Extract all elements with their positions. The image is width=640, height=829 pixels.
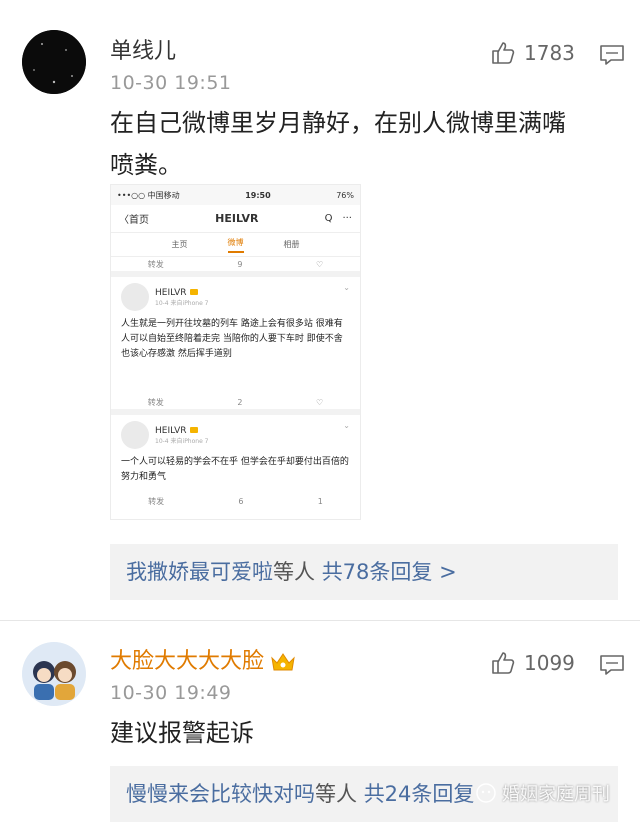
embed-post-meta: 10-4 来自iPhone 7: [155, 299, 209, 307]
avatar-image: [22, 642, 86, 706]
reply-count: 共24条回复: [363, 782, 475, 806]
comment-text-line: 在自己微博里岁月静好，在别人微博里满嘴: [110, 109, 566, 137]
comment-text-line: 喷粪。: [110, 151, 182, 179]
embed-tab: 主页: [171, 240, 188, 249]
embed-tab: 相册: [283, 240, 300, 249]
thumbs-up-icon: [492, 652, 515, 674]
comment-time: 10-30 19:49: [110, 682, 232, 704]
reply-user: 慢慢来会比较快对吗: [126, 782, 315, 806]
crown-icon: [189, 426, 198, 433]
embed-post-text: 一个人可以轻易的学会不在乎 但学会在乎却要付出百倍的努力和勇气: [121, 457, 349, 482]
embed-post-avatar: [121, 283, 149, 311]
reply-user: 我撒娇最可爱啦: [126, 560, 273, 584]
like-button[interactable]: 1783: [490, 40, 575, 66]
embed-post-name: HEILVR: [155, 425, 187, 436]
embed-action-row: 转发 2 ♡: [111, 395, 360, 415]
crown-icon: [189, 288, 198, 295]
embed-search-icon: Q: [324, 213, 333, 224]
wechat-icon: [476, 783, 496, 803]
embed-title: HEILVR: [215, 212, 259, 225]
embed-back: 〈首页: [119, 215, 149, 226]
reply-mid: 等人: [315, 782, 357, 806]
embed-post: ⌄ HEILVR 10-4 来自iPhone 7 一个人可以轻易的学会不在乎 但…: [111, 415, 360, 491]
crown-icon: [271, 653, 295, 671]
avatar[interactable]: [22, 30, 86, 94]
embed-post-text: 人生就是一列开往坟墓的列车 路途上会有很多站 很难有人可以自始至终陪着走完 当陪…: [121, 319, 343, 359]
user-name[interactable]: 单线儿: [110, 38, 176, 66]
thumbs-up-icon: [492, 42, 515, 64]
embed-nav-bar: 〈首页 HEILVR Q ···: [111, 205, 360, 233]
embed-comment-count: 6: [238, 496, 244, 506]
avatar-image: [22, 30, 86, 94]
embed-action-row: 转发 6 1: [111, 491, 360, 511]
comment-reply-icon[interactable]: [599, 44, 625, 66]
user-name[interactable]: 大脸大大大大脸: [110, 648, 296, 676]
embed-repost: 转发: [147, 397, 164, 407]
embed-comment-count: 2: [237, 397, 243, 407]
embed-clock: 19:50: [245, 190, 271, 200]
embed-carrier: •••○○ 中国移动: [117, 190, 180, 200]
embed-like-icon: ♡: [316, 397, 324, 407]
watermark-text: 婚姻家庭周刊: [502, 784, 610, 805]
embed-repost: 转发: [147, 259, 164, 269]
embed-post-name: HEILVR: [155, 287, 187, 298]
embed-action-row: 转发 9 ♡: [111, 257, 360, 277]
reply-mid: 等人: [273, 560, 315, 584]
embed-repost: 转发: [148, 496, 165, 506]
embed-more-icon: ···: [342, 213, 352, 224]
comment-reply-icon[interactable]: [599, 654, 625, 676]
user-name-text: 大脸大大大大脸: [110, 649, 265, 674]
comment-text: 在自己微博里岁月静好，在别人微博里满嘴 喷粪。: [110, 102, 566, 186]
watermark: 婚姻家庭周刊: [476, 780, 610, 806]
like-count: 1099: [524, 651, 575, 675]
embed-comment-count: 9: [237, 259, 243, 269]
embedded-screenshot[interactable]: •••○○ 中国移动 19:50 76% 〈首页 HEILVR Q ··· 主页…: [110, 184, 361, 520]
embed-post-avatar: [121, 421, 149, 449]
like-count: 1783: [524, 41, 575, 65]
embed-tab-active: 微博: [227, 237, 244, 253]
embed-caret-icon: ⌄: [343, 283, 350, 292]
comment-divider: [0, 620, 640, 621]
embed-like-icon: ♡: [316, 259, 324, 269]
replies-summary[interactable]: 我撒娇最可爱啦等人 共78条回复 >: [110, 544, 618, 600]
embed-status-bar: •••○○ 中国移动 19:50 76%: [111, 185, 360, 205]
avatar[interactable]: [22, 642, 86, 706]
comment-text: 建议报警起诉: [110, 719, 254, 747]
embed-caret-icon: ⌄: [343, 421, 350, 430]
embed-post-meta: 10-4 来自iPhone 7: [155, 437, 209, 445]
like-button[interactable]: 1099: [490, 650, 575, 676]
embed-battery: 76%: [336, 190, 354, 200]
embed-post: ⌄ HEILVR 10-4 来自iPhone 7 人生就是一列开往坟墓的列车 路…: [111, 277, 360, 395]
comment-time: 10-30 19:51: [110, 72, 232, 94]
reply-count: 共78条回复 >: [321, 560, 457, 584]
embed-like-count: 1: [317, 496, 323, 506]
embed-tabs: 主页 微博 相册: [111, 233, 360, 257]
